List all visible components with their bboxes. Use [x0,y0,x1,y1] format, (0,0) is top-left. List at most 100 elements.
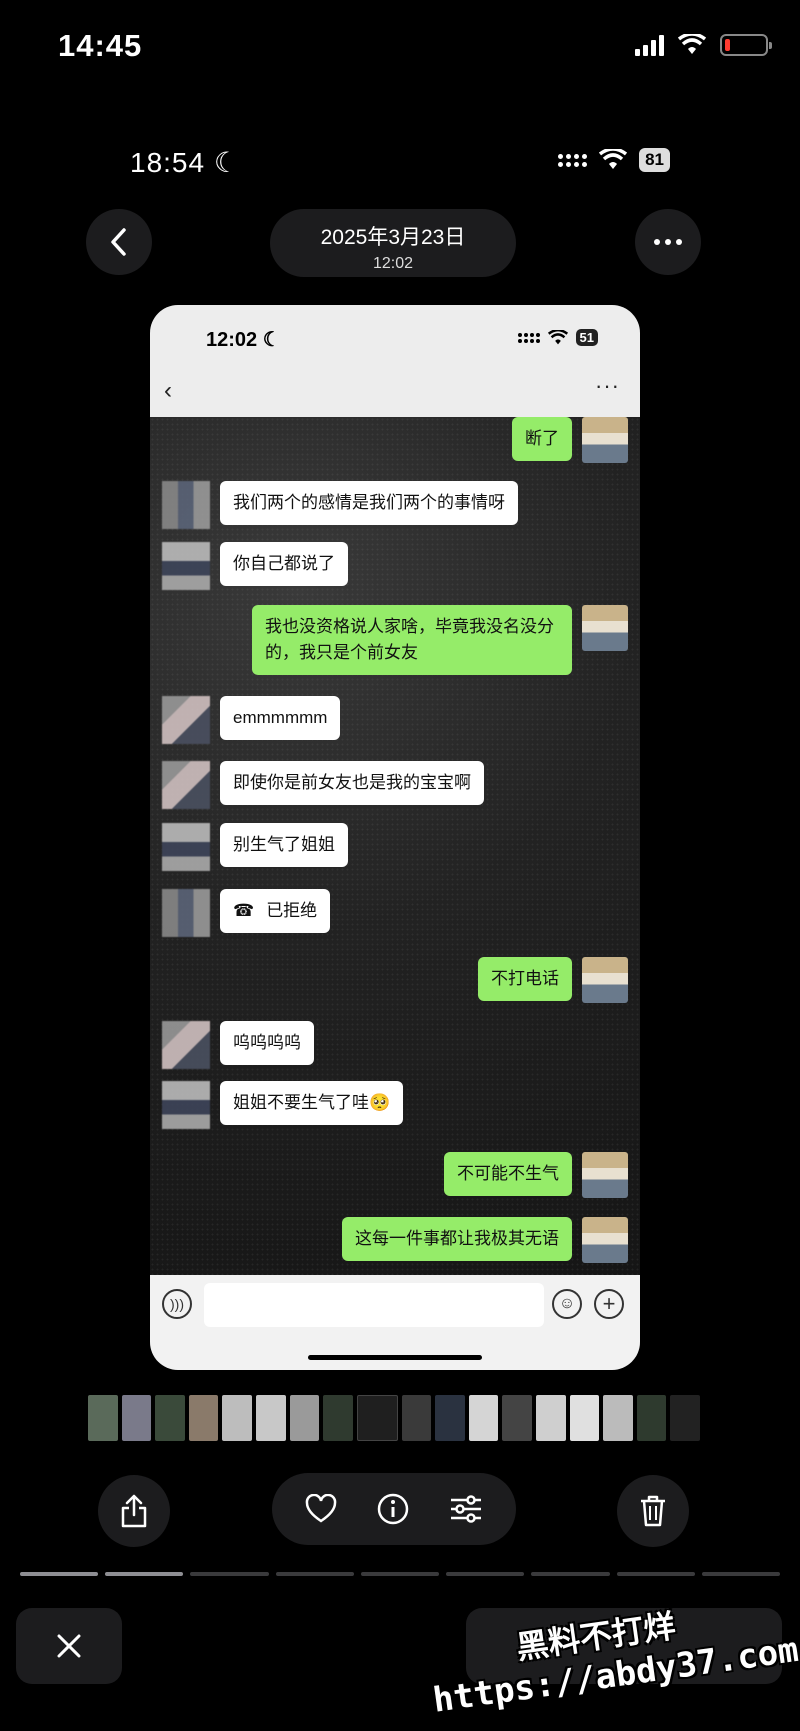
close-button[interactable] [16,1608,122,1684]
message-bubble: 我们两个的感情是我们两个的事情呀 [220,481,518,525]
thumbnail[interactable] [155,1395,185,1441]
close-icon [57,1634,81,1658]
message-bubble: 不打电话 [478,957,572,1001]
plus-icon: + [594,1289,624,1319]
avatar [162,1081,210,1129]
thumbnail[interactable] [670,1395,700,1441]
inner-battery: 51 [575,329,598,346]
back-button[interactable] [86,209,152,275]
watermark: 黑料不打烊 https://abdy37.com [423,1576,800,1731]
message-bubble: 姐姐不要生气了哇🥺 [220,1081,404,1125]
voice-icon: ))) [162,1289,192,1319]
heart-icon[interactable] [305,1494,337,1524]
page-progress [20,1572,780,1576]
thumbnail-strip[interactable] [88,1395,700,1445]
message-left: ☎ 已拒绝 [162,889,331,937]
message-right: 这每一件事都让我极其无语 [342,1217,628,1263]
thumbnail[interactable] [603,1395,633,1441]
chat-back-icon: ‹ [164,377,172,404]
message-left: 呜呜呜呜 [162,1021,314,1069]
avatar [162,696,210,744]
trash-icon [641,1495,665,1527]
message-bubble: 呜呜呜呜 [220,1021,314,1065]
adjust-icon[interactable] [449,1494,483,1524]
delete-button[interactable] [617,1475,689,1547]
thumbnail[interactable] [88,1395,118,1441]
outer-clock: 14:45 [58,28,143,63]
message-bubble: 你自己都说了 [220,542,348,586]
avatar [162,542,210,590]
photo-time: 12:02 [372,255,414,272]
call-declined-bubble: ☎ 已拒绝 [220,889,331,933]
more-button[interactable] [635,209,701,275]
thumbnail[interactable] [636,1395,667,1441]
thumbnail[interactable] [222,1395,252,1441]
message-left: 即使你是前女友也是我的宝宝啊 [162,761,484,809]
thumbnail[interactable] [535,1395,566,1441]
avatar [582,1217,628,1263]
message-bubble: 不可能不生气 [444,1152,572,1196]
avatar [162,1021,210,1069]
emoji-icon: ☺ [552,1289,582,1319]
chat-header: 12:02 ☾ 51 ‹ ··· [150,305,640,417]
battery-low-icon [720,34,772,56]
message-left: 别生气了姐姐 [162,823,348,871]
message-right: 不打电话 [478,957,628,1003]
phone-declined-icon: ☎ [233,901,255,920]
thumbnail[interactable] [502,1395,532,1441]
info-icon[interactable] [376,1492,410,1526]
call-declined-text: 已拒绝 [266,901,318,920]
chat-more-icon: ··· [595,373,620,398]
avatar [582,957,628,1003]
viewer-status-bar: 18:54 ☾ 81 [0,140,800,190]
photo-date: 2025年3月23日 [320,226,466,249]
viewer-clock: 18:54 [130,147,206,178]
cellular-signal-icon [558,153,588,167]
message-right: 断了 [512,417,628,463]
inner-clock: 12:02 [206,329,258,351]
avatar [582,417,628,463]
wifi-icon [599,149,628,169]
message-right: 我也没资格说人家啥，毕竟我没名没分的，我只是个前女友 [252,605,628,675]
wifi-icon [678,34,706,54]
message-left: 姐姐不要生气了哇🥺 [162,1081,404,1129]
message-bubble: 即使你是前女友也是我的宝宝啊 [220,761,484,805]
share-button[interactable] [98,1475,170,1547]
message-input [204,1283,544,1327]
home-indicator [308,1355,482,1360]
message-bubble: 别生气了姐姐 [220,823,348,867]
moon-icon: ☾ [262,329,281,351]
thumbnail[interactable] [255,1395,286,1441]
back-chevron-icon [111,228,126,256]
photo-content[interactable]: 12:02 ☾ 51 ‹ ··· 断了 我们两个的感情是我们两个的事情呀 你自己… [150,305,640,1370]
thumbnail[interactable] [569,1395,600,1441]
avatar [162,823,210,871]
thumbnail[interactable] [121,1395,152,1441]
thumbnail[interactable] [435,1395,465,1441]
avatar [162,889,210,937]
avatar [582,1152,628,1198]
avatar [162,481,210,529]
thumbnail[interactable] [468,1395,499,1441]
message-left: emmmmmm [162,696,341,744]
wifi-icon [547,329,568,344]
moon-icon: ☾ [213,147,240,178]
outer-status-bar: 14:45 [0,0,800,100]
battery-level: 81 [639,148,670,172]
thumbnail[interactable] [188,1395,219,1441]
message-right: 不可能不生气 [444,1152,628,1198]
cellular-signal-icon [635,34,664,56]
date-pill: 2025年3月23日 12:02 [270,209,516,277]
message-left: 我们两个的感情是我们两个的事情呀 [162,481,518,529]
thumbnail[interactable] [323,1395,353,1441]
cellular-signal-icon [517,332,540,343]
thumbnail-current[interactable] [356,1395,398,1441]
message-left: 你自己都说了 [162,542,348,590]
message-bubble: emmmmmm [220,696,341,740]
thumbnail[interactable] [289,1395,320,1441]
avatar [582,605,628,651]
thumbnail[interactable] [401,1395,432,1441]
more-icon [654,239,682,245]
photo-actions [272,1473,516,1545]
share-icon [121,1494,147,1528]
